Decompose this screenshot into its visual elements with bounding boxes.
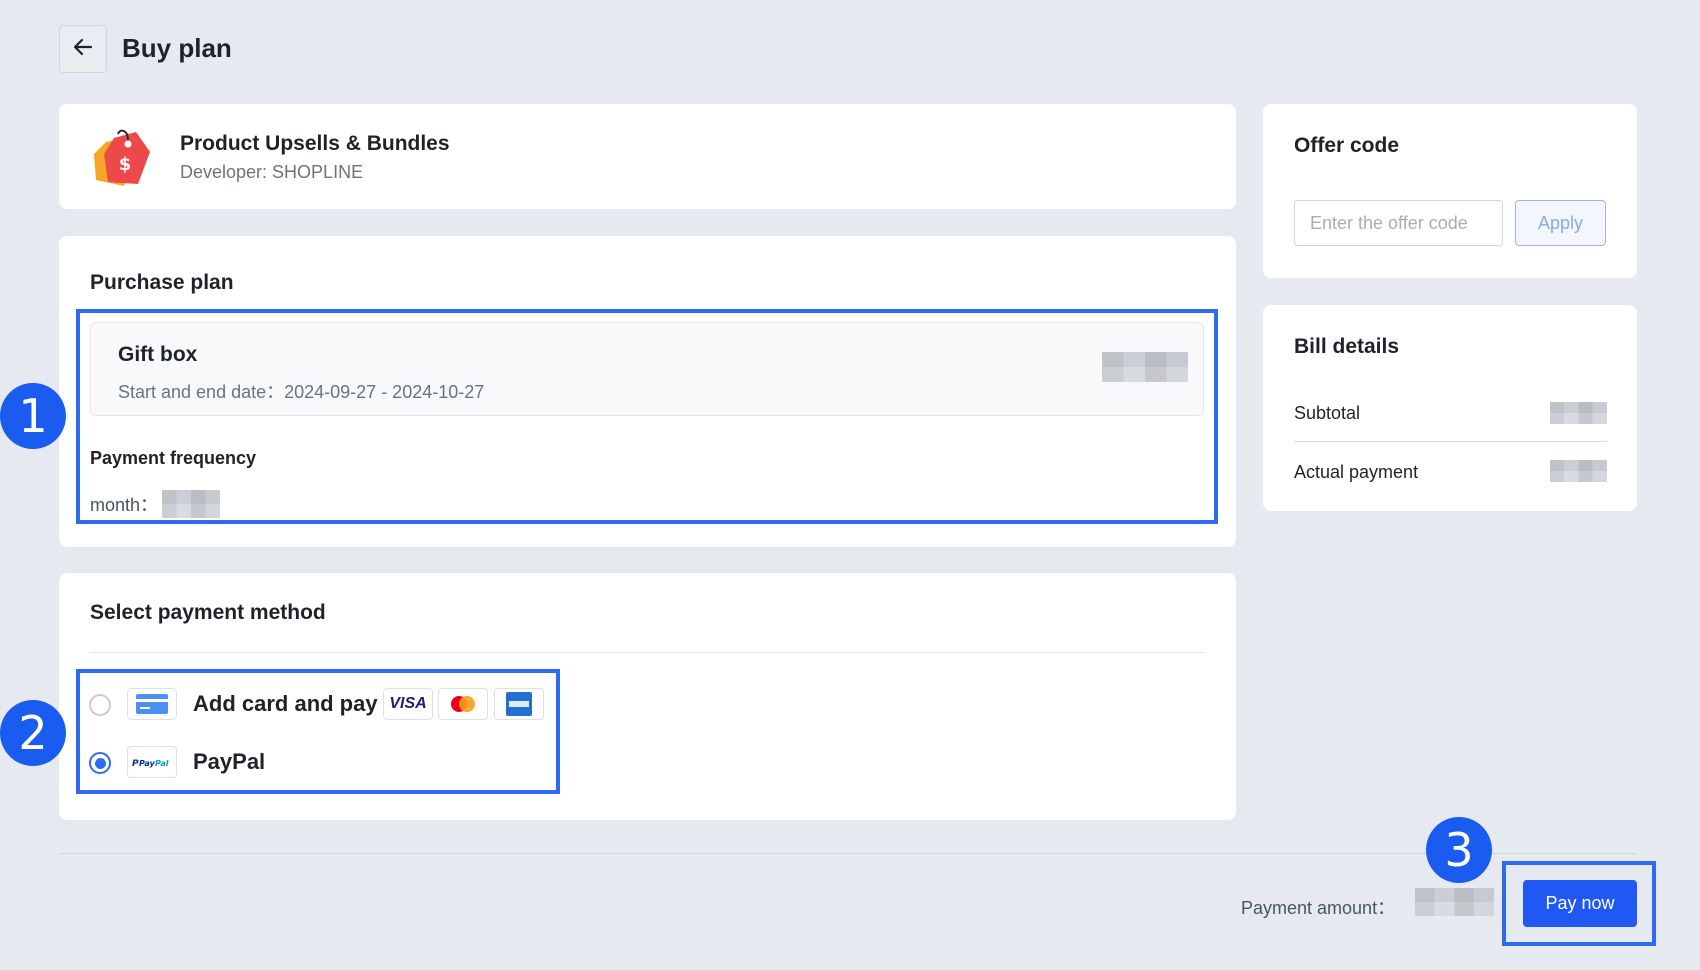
subtotal-value-redacted bbox=[1550, 402, 1607, 424]
offer-code-input[interactable] bbox=[1294, 200, 1503, 246]
app-developer: Developer: SHOPLINE bbox=[180, 162, 364, 182]
highlight-box-payment bbox=[76, 669, 560, 794]
page-title: Buy plan bbox=[122, 33, 232, 63]
price-tag-icon: $ bbox=[92, 124, 152, 188]
payment-amount-label: Payment amount： bbox=[1241, 898, 1396, 918]
divider bbox=[90, 652, 1204, 653]
svg-text:$: $ bbox=[119, 154, 132, 175]
apply-button[interactable]: Apply bbox=[1515, 200, 1606, 246]
actual-payment-value-redacted bbox=[1550, 460, 1607, 482]
arrow-left-icon bbox=[71, 35, 95, 64]
app-name: Product Upsells & Bundles bbox=[180, 132, 450, 155]
offer-code-title: Offer code bbox=[1294, 134, 1400, 157]
payment-method-title: Select payment method bbox=[90, 601, 326, 624]
divider bbox=[1294, 441, 1607, 442]
purchase-plan-title: Purchase plan bbox=[90, 271, 234, 294]
step-marker-1: 1 bbox=[0, 383, 66, 449]
subtotal-label: Subtotal bbox=[1294, 403, 1361, 423]
highlight-box-pay-button bbox=[1502, 861, 1656, 946]
actual-payment-label: Actual payment bbox=[1294, 462, 1419, 482]
step-marker-3: 3 bbox=[1426, 817, 1492, 883]
offer-code-card bbox=[1263, 104, 1637, 278]
step-marker-2: 2 bbox=[0, 700, 66, 766]
highlight-box-plan bbox=[76, 309, 1218, 524]
app-info-card bbox=[59, 104, 1236, 209]
divider bbox=[59, 853, 1636, 854]
back-button[interactable] bbox=[59, 25, 107, 73]
bill-details-title: Bill details bbox=[1294, 335, 1400, 358]
payment-amount-redacted bbox=[1415, 888, 1494, 916]
